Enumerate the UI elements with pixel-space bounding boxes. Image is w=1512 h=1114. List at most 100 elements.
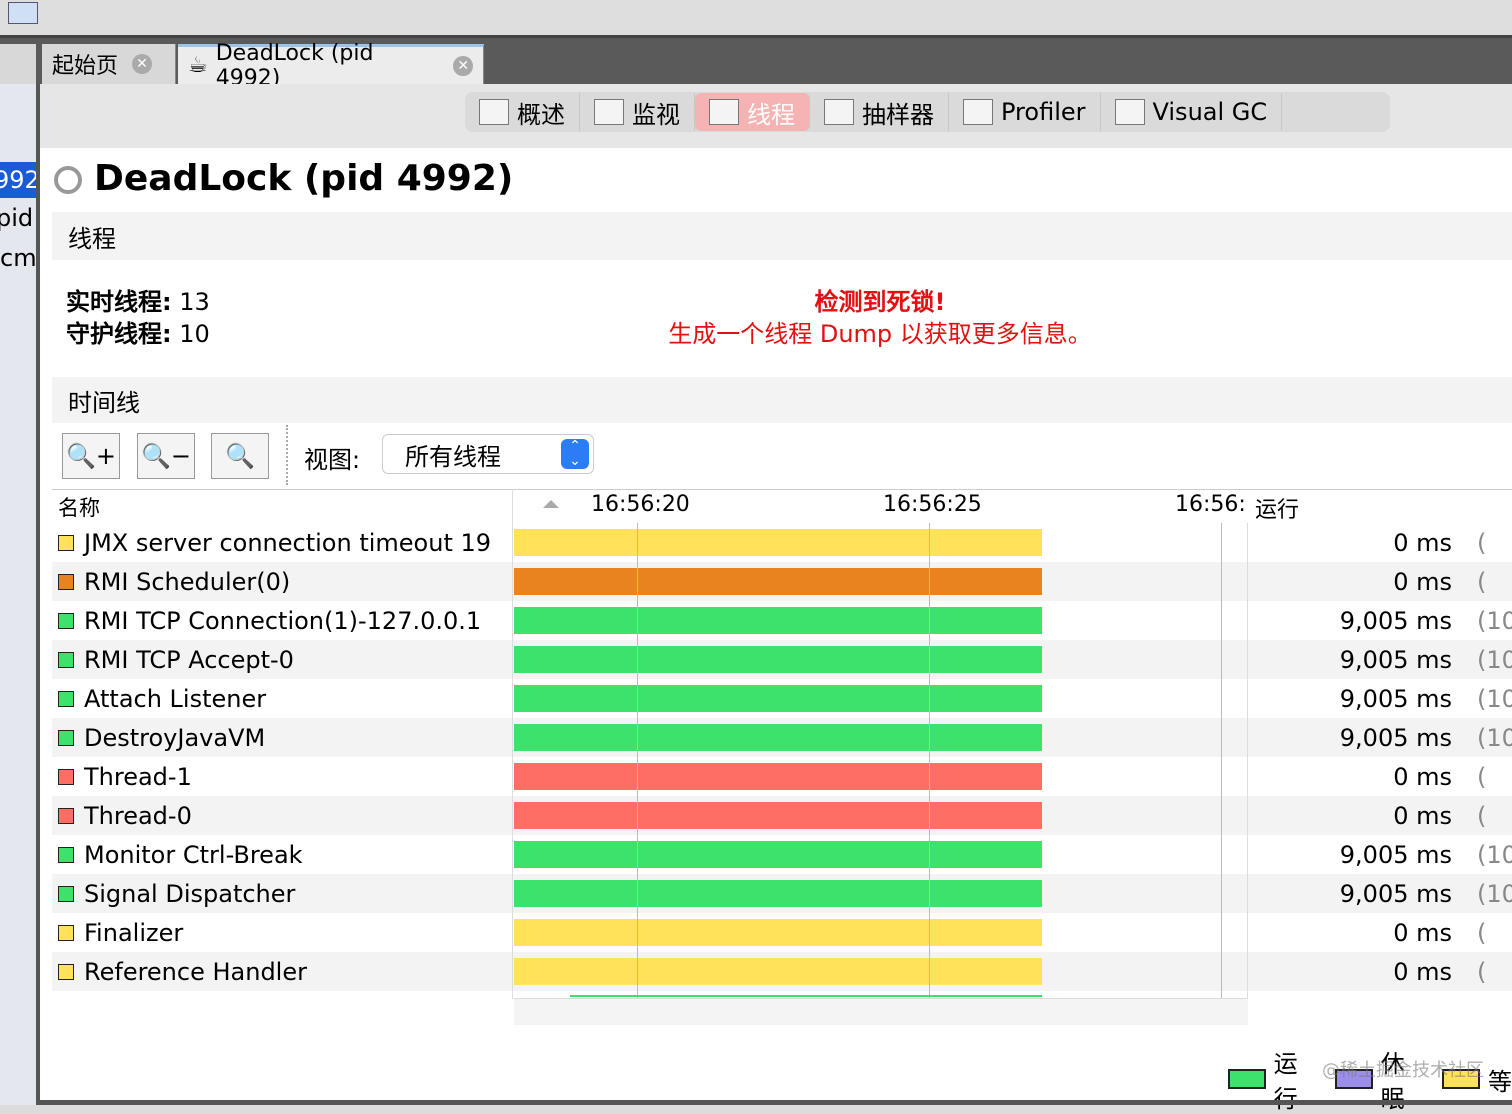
thread-state-bar	[514, 646, 1042, 673]
sidebar-item[interactable]: cm	[0, 244, 36, 272]
loading-spinner-icon	[54, 166, 82, 194]
thread-name: Signal Dispatcher	[58, 874, 295, 913]
zoom-in-button[interactable]: 🔍+	[62, 433, 120, 479]
view-tab-label: Profiler	[1001, 98, 1086, 126]
thread-state-swatch	[58, 534, 74, 551]
thread-name-text: Thread-0	[84, 801, 192, 830]
thread-row[interactable]: DestroyJavaVM 9,005 ms (10	[52, 718, 1512, 757]
timeline-section-header: 时间线	[52, 377, 1512, 423]
bottom-border	[40, 1100, 1512, 1105]
view-tab-0[interactable]: 概述	[465, 93, 580, 131]
view-tab-label: 概述	[517, 100, 565, 129]
thread-state-swatch	[58, 612, 74, 629]
time-tick: 16:56:20	[591, 492, 690, 517]
thread-row[interactable]: JMX server connection timeout 19 0 ms (	[52, 523, 1512, 562]
tab-deadlock[interactable]: ☕ DeadLock (pid 4992) ✕	[178, 41, 484, 91]
thread-state-bar	[514, 841, 1042, 868]
gridline	[929, 523, 930, 998]
thread-counts: 实时线程: 13 守护线程: 10	[66, 286, 210, 350]
gridline	[637, 523, 638, 998]
toolbar-separator	[286, 425, 288, 485]
thread-name-text: Signal Dispatcher	[84, 879, 296, 908]
sidebar-item-selected[interactable]: 992	[0, 162, 36, 198]
running-time: 0 ms	[1393, 528, 1452, 557]
add-application-icon[interactable]	[8, 2, 38, 24]
thread-row[interactable]: Thread-1 0 ms (	[52, 757, 1512, 796]
column-header-name[interactable]: 名称	[58, 492, 100, 522]
thread-row[interactable]: RMI Scheduler(0) 0 ms (	[52, 562, 1512, 601]
thread-name-text: Finalizer	[84, 918, 184, 947]
column-divider	[1247, 523, 1248, 998]
thread-row[interactable]: Finalizer 0 ms (	[52, 913, 1512, 952]
zoom-fit-icon: 🔍	[225, 442, 255, 470]
view-icon	[479, 99, 509, 125]
view-select-value: 所有线程	[405, 442, 501, 471]
zoom-fit-button[interactable]: 🔍	[211, 433, 269, 479]
view-tab-1[interactable]: 监视	[580, 93, 695, 131]
zoom-out-button[interactable]: 🔍−	[137, 433, 195, 479]
thread-state-bar	[514, 724, 1042, 751]
running-time: 0 ms	[1393, 567, 1452, 596]
thread-row[interactable]: RMI TCP Connection(1)-127.0.0.1 9,005 ms (…	[52, 601, 1512, 640]
running-percent: (	[1477, 762, 1487, 791]
thread-name-text: Reference Handler	[84, 957, 307, 986]
thread-name-text: RMI TCP Connection(1)-127.0.0.1	[84, 606, 482, 635]
view-tab-3[interactable]: 抽样器	[810, 93, 949, 131]
thread-state-swatch	[58, 768, 74, 785]
view-tab-4[interactable]: Profiler	[949, 93, 1101, 131]
thread-name: Thread-0	[58, 796, 192, 835]
thread-state-swatch	[58, 573, 74, 590]
view-select[interactable]: 所有线程 ⌃ ⌄	[382, 434, 594, 474]
running-time: 9,005 ms	[1339, 684, 1452, 713]
horizontal-scrollbar[interactable]	[514, 998, 1248, 1025]
thread-row[interactable]: RMI TCP Accept-0 9,005 ms (10	[52, 640, 1512, 679]
close-icon[interactable]: ✕	[453, 55, 473, 76]
thread-row[interactable]: Monitor Ctrl-Break 9,005 ms (10	[52, 835, 1512, 874]
thread-row[interactable]: Reference Handler 0 ms (	[52, 952, 1512, 991]
view-tab-5[interactable]: Visual GC	[1101, 93, 1283, 131]
running-percent: (	[1477, 528, 1487, 557]
thread-name: Thread-1	[58, 757, 192, 796]
thread-state-swatch	[58, 729, 74, 746]
live-threads-value: 13	[179, 288, 210, 316]
zoom-out-icon: 🔍−	[141, 442, 191, 470]
timeline-header: 名称 16:56:20 16:56:25 16:56:3 运行	[52, 489, 1512, 523]
view-tab-2[interactable]: 线程	[695, 93, 810, 131]
time-tick: 16:56:3	[1175, 492, 1245, 517]
view-tab-label: 监视	[632, 100, 680, 129]
legend-label: 等	[1488, 1067, 1512, 1096]
page-title: DeadLock (pid 4992)	[94, 158, 514, 199]
tab-start-page[interactable]: 起始页 ✕	[42, 44, 176, 84]
running-percent: (10	[1477, 645, 1512, 674]
tab-label: DeadLock (pid 4992)	[215, 40, 374, 91]
close-icon[interactable]: ✕	[132, 54, 153, 74]
thread-row[interactable]: Signal Dispatcher 9,005 ms (10	[52, 874, 1512, 913]
thread-name-text: RMI Scheduler(0)	[84, 567, 291, 596]
daemon-threads-label: 守护线程:	[66, 320, 172, 348]
thread-name: RMI TCP Accept-0	[58, 640, 294, 679]
daemon-threads-value: 10	[179, 320, 210, 348]
thread-state-swatch	[58, 846, 74, 863]
thread-state-swatch	[58, 651, 74, 668]
sidebar-item[interactable]: pid	[0, 204, 33, 232]
column-header-running[interactable]: 运行	[1255, 492, 1299, 524]
running-percent: (10	[1477, 606, 1512, 635]
thread-name: Attach Listener	[58, 679, 266, 718]
running-time: 9,005 ms	[1339, 723, 1452, 752]
column-divider	[512, 489, 513, 999]
running-percent: (	[1477, 957, 1487, 986]
view-icon	[1114, 99, 1145, 125]
running-time: 0 ms	[1393, 918, 1452, 947]
thread-table: JMX server connection timeout 19 0 ms(RMI…	[0, 523, 1512, 993]
thread-state-swatch	[58, 963, 74, 980]
timeline-overview	[570, 995, 1042, 997]
thread-row[interactable]: Attach Listener 9,005 ms (10	[52, 679, 1512, 718]
view-tab-label: 线程	[747, 100, 795, 129]
time-tick: 16:56:25	[883, 492, 982, 517]
deadlock-message[interactable]: 生成一个线程 Dump 以获取更多信息。	[600, 318, 1160, 350]
restore-window-icon[interactable]	[0, 44, 36, 84]
thread-row[interactable]: Thread-0 0 ms (	[52, 796, 1512, 835]
thread-state-swatch	[58, 690, 74, 707]
view-icon	[709, 99, 739, 125]
running-percent: (10	[1477, 840, 1512, 869]
